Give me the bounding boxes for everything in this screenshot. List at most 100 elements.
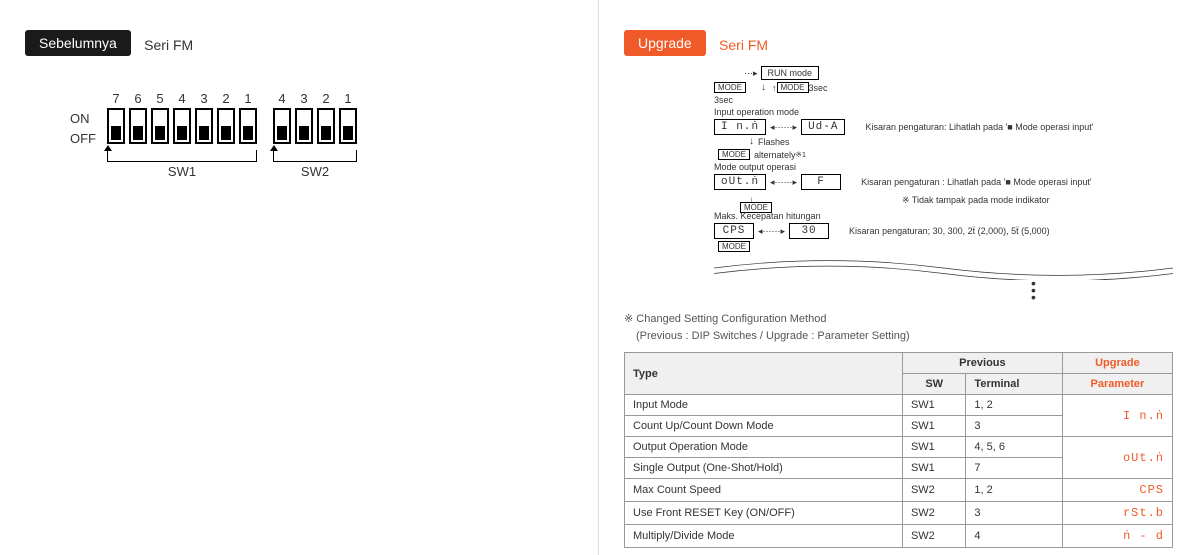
td-param: I n.ṅ (1062, 395, 1172, 437)
table-row: Use Front RESET Key (ON/OFF) SW2 3 rSt.b (625, 502, 1173, 525)
dip-num: 4 (271, 91, 293, 106)
dip-num: 3 (293, 91, 315, 106)
lcd-out: oUt.ṅ (714, 174, 766, 190)
dip-switch-diagram: ON OFF 7 6 5 4 3 2 1 (105, 91, 573, 179)
td-param: CPS (1062, 479, 1172, 502)
td-sw: SW1 (902, 458, 965, 479)
dip-num: 4 (171, 91, 193, 106)
three-sec: 3sec (714, 95, 733, 105)
wave-divider (714, 256, 1173, 280)
dots-icon: ••• (894, 280, 1173, 301)
td-type: Multiply/Divide Mode (625, 525, 903, 548)
right-panel: Upgrade Seri FM ⋯▸ RUN mode MODE ↓ ↑ MOD… (598, 0, 1198, 555)
td-term: 7 (966, 458, 1062, 479)
td-type: Count Up/Count Down Mode (625, 416, 903, 437)
dip-switch (151, 108, 169, 144)
td-type: Input Mode (625, 395, 903, 416)
flashes-label: Flashes (758, 137, 790, 147)
left-series: Seri FM (144, 37, 193, 53)
dip-switch (107, 108, 125, 144)
table-row: Output Operation Mode SW1 4, 5, 6 oUt.ṅ (625, 437, 1173, 458)
mode-badge: MODE (777, 82, 809, 93)
dip-num: 1 (237, 91, 259, 106)
dip-num: 6 (127, 91, 149, 106)
dip-group-sw1: 7 6 5 4 3 2 1 (105, 91, 259, 179)
lcd-f: F (801, 174, 841, 190)
note-line1: ※ Changed Setting Configuration Method (624, 311, 1173, 328)
dip-switch (339, 108, 357, 144)
td-term: 3 (966, 502, 1062, 525)
right-series: Seri FM (719, 37, 768, 53)
dip-on-label: ON (70, 111, 90, 126)
table-row: Multiply/Divide Mode SW2 4 ṅ - d (625, 525, 1173, 548)
td-sw: SW1 (902, 395, 965, 416)
td-param: oUt.ṅ (1062, 437, 1172, 479)
max-count-label: Maks. Kecepatan hitungan (714, 211, 821, 221)
lcd-30: 30 (789, 223, 829, 239)
td-sw: SW2 (902, 479, 965, 502)
dip-group-sw2: 4 3 2 1 SW2 (271, 91, 359, 179)
three-sec: 3sec (809, 83, 828, 93)
change-note: ※ Changed Setting Configuration Method (… (624, 311, 1173, 344)
dip-switch (129, 108, 147, 144)
td-term: 1, 2 (966, 395, 1062, 416)
td-sw: SW2 (902, 525, 965, 548)
flow-run-mode: RUN mode (761, 66, 820, 80)
dip-num: 1 (337, 91, 359, 106)
dip-bracket (107, 150, 257, 162)
td-term: 4 (966, 525, 1062, 548)
badge-sebelumnya: Sebelumnya (25, 30, 131, 56)
dip-switch (317, 108, 335, 144)
td-type: Max Count Speed (625, 479, 903, 502)
star1: ※1 (796, 150, 806, 159)
td-term: 4, 5, 6 (966, 437, 1062, 458)
lcd-cps: CPS (714, 223, 754, 239)
left-panel: Sebelumnya Seri FM ON OFF 7 6 5 4 3 2 1 (0, 0, 598, 555)
flow-desc1: Kisaran pengaturan: Lihatlah pada '■ Mod… (865, 122, 1093, 132)
note-line2: (Previous : DIP Switches / Upgrade : Par… (624, 328, 1173, 345)
settings-table: Type Previous Upgrade SW Terminal Parame… (624, 352, 1173, 548)
mode-badge: MODE (714, 82, 746, 93)
td-sw: SW2 (902, 502, 965, 525)
lcd-uda: Ud-A (801, 119, 845, 135)
td-type: Output Operation Mode (625, 437, 903, 458)
dip-switch (173, 108, 191, 144)
dip-switch (217, 108, 235, 144)
td-sw: SW1 (902, 437, 965, 458)
dip-bracket (273, 150, 357, 162)
th-sw: SW (902, 374, 965, 395)
dip-num: 5 (149, 91, 171, 106)
td-type: Single Output (One-Shot/Hold) (625, 458, 903, 479)
dip-switch (273, 108, 291, 144)
dip-num: 3 (193, 91, 215, 106)
td-param: rSt.b (1062, 502, 1172, 525)
sw1-label: SW1 (105, 164, 259, 179)
input-op-mode-label: Input operation mode (714, 107, 799, 117)
table-row: Max Count Speed SW2 1, 2 CPS (625, 479, 1173, 502)
flow-diagram: ⋯▸ RUN mode MODE ↓ ↑ MODE 3sec 3sec Inpu… (624, 66, 1173, 301)
mode-badge: MODE (718, 241, 750, 252)
left-header: Sebelumnya Seri FM (25, 30, 573, 56)
right-header: Upgrade Seri FM (624, 30, 1173, 56)
table-row: Input Mode SW1 1, 2 I n.ṅ (625, 395, 1173, 416)
flow-desc2b: ※ Tidak tampak pada mode indikator (902, 195, 1050, 206)
sw2-label: SW2 (271, 164, 359, 179)
lcd-input: I n.ṅ (714, 119, 766, 135)
flow-desc2a: Kisaran pengaturan : Lihatlah pada '■ Mo… (861, 177, 1092, 187)
th-type: Type (625, 353, 903, 395)
td-param: ṅ - d (1062, 525, 1172, 548)
td-term: 1, 2 (966, 479, 1062, 502)
dip-num: 2 (315, 91, 337, 106)
mode-output-label: Mode output operasi (714, 162, 796, 172)
th-terminal: Terminal (966, 374, 1062, 395)
dip-switch (295, 108, 313, 144)
dip-switch (195, 108, 213, 144)
alternately-label: alternately (754, 150, 796, 160)
th-upgrade: Upgrade (1062, 353, 1172, 374)
td-term: 3 (966, 416, 1062, 437)
dip-switch (239, 108, 257, 144)
th-previous: Previous (902, 353, 1062, 374)
dip-off-label: OFF (70, 131, 96, 146)
dip-num: 2 (215, 91, 237, 106)
td-type: Use Front RESET Key (ON/OFF) (625, 502, 903, 525)
